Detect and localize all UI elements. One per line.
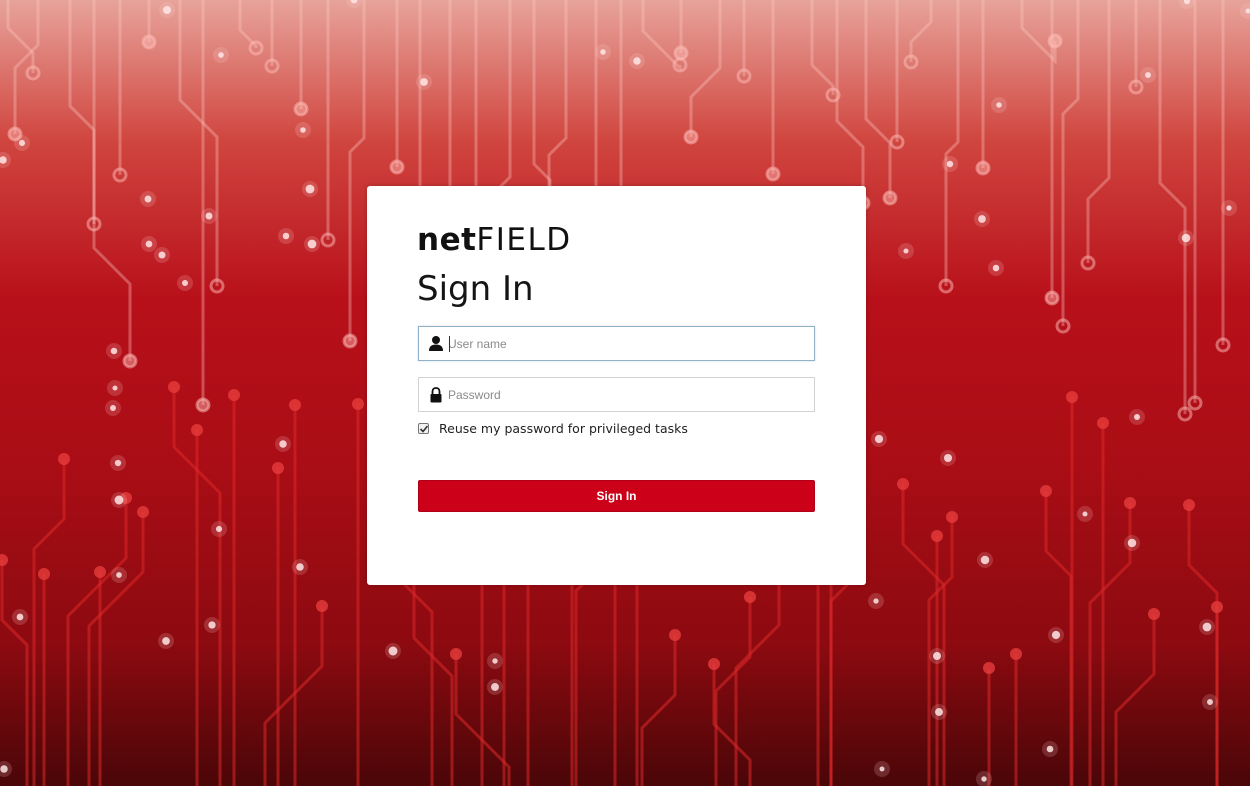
reuse-password-checkbox[interactable]	[418, 422, 429, 434]
password-field-wrapper[interactable]	[418, 377, 815, 412]
password-input[interactable]	[448, 378, 808, 411]
login-card: netFIELD Sign In Reuse my password for p	[367, 186, 866, 585]
page-title: Sign In	[417, 269, 534, 309]
username-input[interactable]	[448, 327, 808, 360]
text-caret	[449, 336, 450, 352]
logo-net: net	[417, 222, 477, 258]
reuse-password-row[interactable]: Reuse my password for privileged tasks	[418, 420, 688, 436]
logo-field: FIELD	[476, 222, 572, 258]
netfield-logo: netFIELD	[417, 222, 572, 258]
user-icon	[428, 335, 444, 353]
username-field-wrapper[interactable]	[418, 326, 815, 361]
reuse-password-label: Reuse my password for privileged tasks	[439, 420, 688, 436]
checkmark-icon	[419, 424, 429, 433]
lock-icon	[428, 386, 444, 404]
sign-in-button[interactable]: Sign In	[418, 480, 815, 512]
